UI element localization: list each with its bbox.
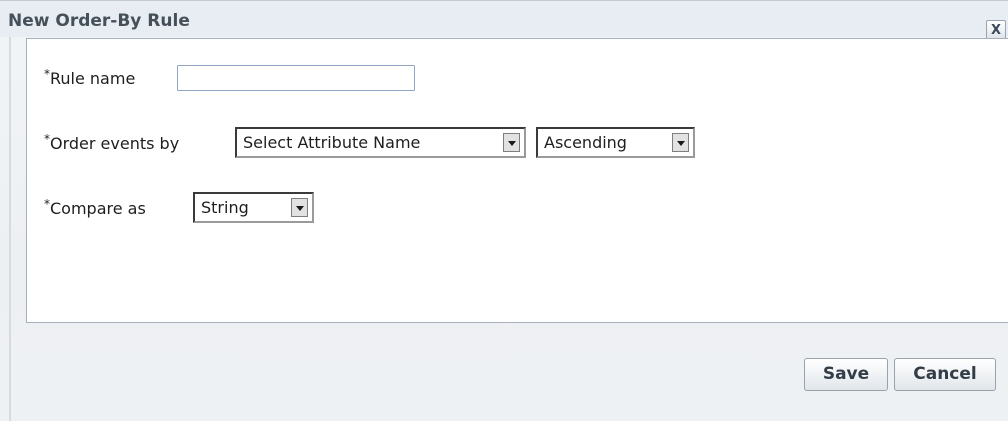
chevron-down-icon bbox=[503, 133, 520, 152]
order-events-by-label-text: Order events by bbox=[50, 134, 180, 153]
cancel-button[interactable]: Cancel bbox=[894, 358, 996, 391]
chevron-down-icon bbox=[291, 198, 308, 217]
compare-as-label: *Compare as bbox=[44, 197, 146, 218]
rule-name-label: *Rule name bbox=[44, 67, 136, 88]
sort-direction-select[interactable]: Ascending bbox=[536, 127, 695, 158]
required-marker: * bbox=[44, 132, 50, 146]
left-border bbox=[9, 0, 11, 421]
form-panel bbox=[26, 38, 1008, 323]
dialog-title: New Order-By Rule bbox=[8, 11, 190, 31]
save-button[interactable]: Save bbox=[804, 358, 888, 391]
sort-direction-select-value: Ascending bbox=[544, 133, 627, 152]
required-marker: * bbox=[44, 197, 50, 211]
order-events-by-label: *Order events by bbox=[44, 132, 180, 153]
required-marker: * bbox=[44, 67, 50, 81]
attribute-name-select[interactable]: Select Attribute Name bbox=[235, 127, 526, 158]
compare-as-select-value: String bbox=[201, 198, 249, 217]
new-order-by-rule-dialog: New Order-By Rule X *Rule name *Order ev… bbox=[0, 0, 1008, 421]
chevron-down-icon bbox=[672, 133, 689, 152]
rule-name-label-text: Rule name bbox=[50, 69, 136, 88]
close-icon: X bbox=[990, 23, 1002, 38]
compare-as-select[interactable]: String bbox=[193, 192, 314, 223]
dialog-titlebar: New Order-By Rule X bbox=[0, 0, 1008, 41]
attribute-name-select-value: Select Attribute Name bbox=[243, 133, 421, 152]
rule-name-input[interactable] bbox=[177, 65, 415, 91]
compare-as-label-text: Compare as bbox=[50, 199, 146, 218]
